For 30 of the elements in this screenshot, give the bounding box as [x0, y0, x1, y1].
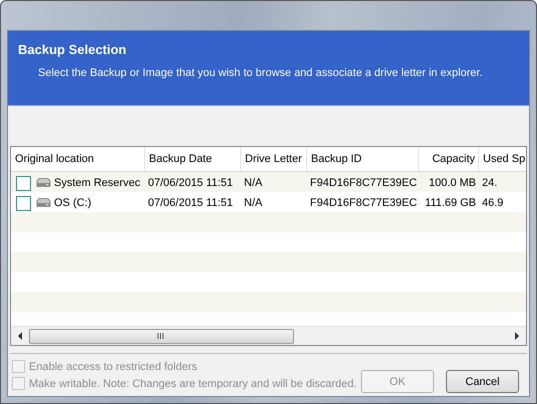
table-cell: 111.69 GB: [425, 197, 476, 209]
scroll-left-icon[interactable]: [17, 332, 23, 340]
column-header[interactable]: Used Sp: [479, 147, 526, 171]
table-cell: N/A: [244, 177, 262, 189]
table-cell: N/A: [244, 197, 262, 209]
column-header[interactable]: Drive Letter: [241, 147, 307, 171]
table-cell: 100.0 MB: [428, 177, 476, 189]
column-header[interactable]: Backup Date: [145, 147, 241, 171]
dialog-subtitle: Select the Backup or Image that you wish to browse and associate a drive letter in explorer.: [38, 67, 483, 79]
table-cell: 07/06/2015 11:51: [148, 177, 233, 189]
checkbox[interactable]: [16, 176, 31, 190]
dialog-title: Backup Selection: [18, 42, 126, 57]
table-cell: F94D16F8C77E39EC: [310, 197, 418, 209]
dialog-button[interactable]: Cancel: [446, 370, 519, 393]
table-cell: F94D16F8C77E39EC: [310, 177, 418, 189]
option-label: Enable access to restricted folders: [29, 360, 198, 372]
option-label: Make writable. Note: Changes are temporary and will be discarded.: [29, 378, 357, 390]
checkbox[interactable]: [16, 196, 31, 210]
table-cell: System Reservec: [54, 177, 140, 189]
table-cell: 24.: [482, 177, 498, 189]
table-cell: 07/06/2015 11:51: [148, 197, 233, 209]
hard-drive-icon: [35, 178, 51, 188]
scrollbar-thumb[interactable]: [29, 328, 294, 344]
column-header[interactable]: Capacity: [419, 147, 479, 171]
scroll-right-icon[interactable]: [514, 332, 520, 340]
table-cell: OS (C:): [54, 197, 92, 209]
hard-drive-icon: [35, 198, 51, 208]
column-header[interactable]: Backup ID: [307, 147, 419, 171]
table-cell: 46.9: [482, 197, 504, 209]
column-header[interactable]: Original location: [11, 147, 145, 171]
